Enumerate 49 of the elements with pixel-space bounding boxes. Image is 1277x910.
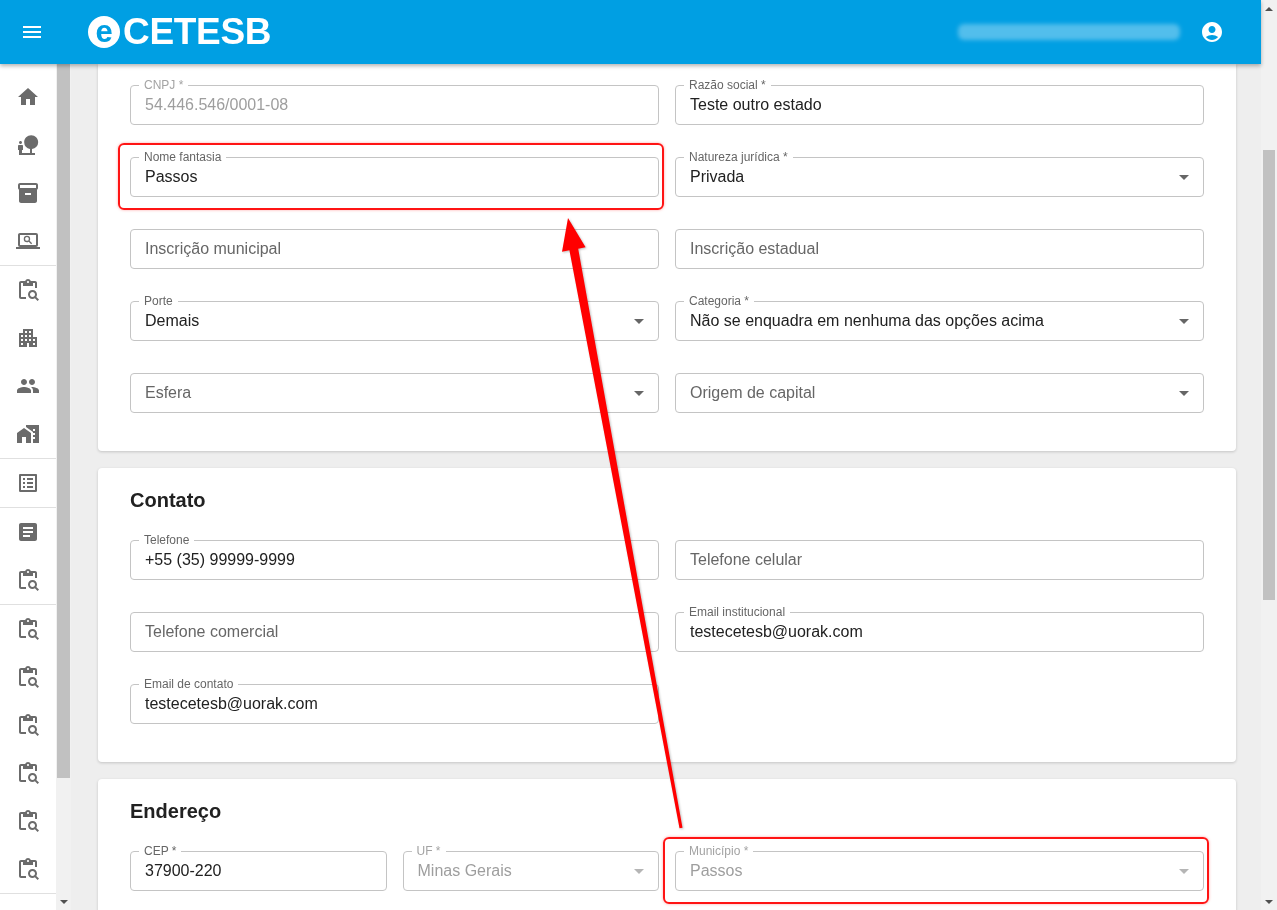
clipboard-search-icon[interactable] <box>16 809 40 833</box>
account-icon[interactable] <box>1200 20 1224 44</box>
field-label: CNPJ * <box>139 78 189 92</box>
caret-icon <box>634 318 644 324</box>
clipboard-search-icon[interactable] <box>16 713 40 737</box>
section-title: Contato <box>130 488 206 512</box>
clipboard-search-icon[interactable] <box>16 617 40 641</box>
scrollbar-thumb[interactable] <box>57 64 70 778</box>
clipboard-search-icon[interactable] <box>16 857 40 881</box>
caret-icon <box>1179 868 1189 874</box>
clipboard-search-icon[interactable] <box>16 568 40 592</box>
text-field[interactable]: Telefone comercial <box>130 612 659 652</box>
caret-icon <box>1179 390 1189 396</box>
section-title: Endereço <box>130 799 222 823</box>
brand-name: CETESB <box>123 12 272 52</box>
select-field[interactable]: Esfera <box>130 373 659 413</box>
field-label: Município * <box>684 844 754 858</box>
field-label: UF * <box>411 844 446 858</box>
buildings-icon[interactable] <box>16 326 40 350</box>
field-label: Natureza jurídica * <box>684 150 793 164</box>
document-icon[interactable] <box>16 520 40 544</box>
caret-icon <box>1179 318 1189 324</box>
storage-box-icon[interactable] <box>16 181 40 205</box>
field-label: Porte <box>139 294 178 308</box>
text-field[interactable]: Inscrição municipal <box>130 229 659 269</box>
person-tree-icon[interactable] <box>16 133 40 157</box>
list-icon[interactable] <box>16 471 40 495</box>
select-field[interactable]: Origem de capital <box>675 373 1204 413</box>
field-label: Email de contato <box>139 677 239 691</box>
field-label: Nome fantasia <box>139 150 227 164</box>
clipboard-search-icon[interactable] <box>16 665 40 689</box>
caret-icon <box>634 390 644 396</box>
text-field[interactable]: Inscrição estadual <box>675 229 1204 269</box>
scroll-down-arrow-icon[interactable] <box>1265 899 1273 904</box>
scroll-down-arrow-icon[interactable] <box>59 899 68 904</box>
field-label: Telefone <box>139 533 195 547</box>
scroll-up-arrow-icon[interactable] <box>1265 6 1273 11</box>
field-label: CEP * <box>139 844 182 858</box>
clipboard-search-icon[interactable] <box>16 761 40 785</box>
text-field[interactable]: Telefone celular <box>675 540 1204 580</box>
logo-mark: e <box>88 16 120 48</box>
field-label: Razão social * <box>684 78 771 92</box>
house-building-icon[interactable] <box>16 422 40 446</box>
scrollbar-thumb[interactable] <box>1263 150 1275 600</box>
caret-icon <box>634 868 644 874</box>
clipboard-search-icon[interactable] <box>16 278 40 302</box>
caret-icon <box>1179 174 1189 180</box>
field-label: Email institucional <box>684 605 791 619</box>
field-label: Categoria * <box>684 294 755 308</box>
